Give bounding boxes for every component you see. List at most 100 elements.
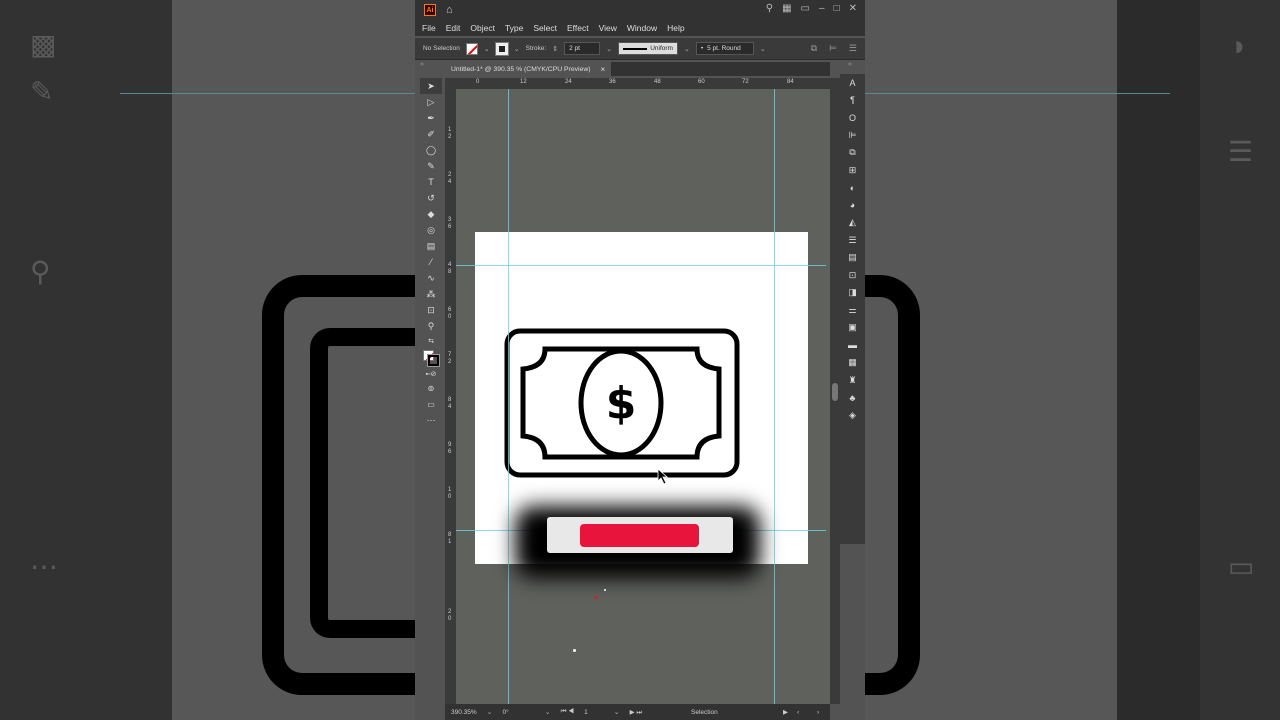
rotate-tool-icon[interactable]: ↺ [420,190,442,206]
comments-panel-icon[interactable]: ▬ [840,337,865,355]
opentype-panel-icon[interactable]: O [840,109,865,127]
menu-object[interactable]: Object [470,23,495,33]
appearance-panel-icon[interactable]: ⊡ [840,267,865,285]
maximize-icon[interactable]: □ [834,3,840,14]
artboard-number[interactable]: 1 [584,709,588,716]
collapse-dock-icon[interactable]: « [848,61,852,68]
properties-panel-icon[interactable]: ⚌ [840,302,865,320]
swap-colors-icon[interactable]: ⇆ [420,334,442,348]
layers-panel-icon[interactable]: ◈ [840,407,865,425]
type-tool-icon[interactable]: T [420,174,442,190]
paintbrush-tool-icon[interactable]: ✎ [420,158,442,174]
brush-definition[interactable]: • 5 pt. Round [695,42,754,55]
character-panel-icon[interactable]: A [840,74,865,92]
chevron-down-icon[interactable]: ⌄ [684,45,690,53]
search-icon[interactable]: ⚲ [766,3,773,14]
document-tab-title: Untitled-1* @ 390.35 % (CMYK/CPU Preview… [451,65,591,73]
minimize-icon[interactable]: – [819,3,825,14]
fill-swatch[interactable] [465,42,478,55]
artboard-tool-icon[interactable]: ⊡ [420,302,442,318]
transform-panel-icon[interactable]: ⊞ [840,162,865,180]
document-tab[interactable]: Untitled-1* @ 390.35 % (CMYK/CPU Preview… [445,62,612,76]
menu-select[interactable]: Select [533,23,557,33]
canvas[interactable]: $ [456,89,830,704]
vertical-scrollbar[interactable] [830,78,840,704]
stroke-panel-icon[interactable]: ☰ [840,232,865,250]
chevron-down-icon[interactable]: ⌄ [545,708,551,716]
scrollbar-thumb[interactable] [832,383,838,401]
panel-menu-icon[interactable]: ☰ [849,43,857,54]
chevron-down-icon[interactable]: ⌄ [484,45,490,53]
ellipse-tool-icon[interactable]: ◯ [420,142,442,158]
chevron-down-icon[interactable]: ⌄ [760,45,766,53]
gradient-panel-icon[interactable]: ▤ [840,249,865,267]
stepper-icon[interactable]: ⇕ [552,45,558,53]
artboard-prev-icon[interactable]: ⏮ ◀ [561,708,574,716]
stroke-label[interactable]: Stroke: [526,45,547,52]
chevron-down-icon[interactable]: ⌄ [487,708,493,716]
draw-mode-icon[interactable]: ⊚ [420,380,442,396]
guide-horizontal-top[interactable] [456,265,826,266]
mouse-cursor-icon [657,468,669,485]
status-menu-icon[interactable]: ▶ [783,708,788,716]
menu-help[interactable]: Help [667,23,684,33]
scroll-right-icon[interactable]: › [817,709,819,716]
libraries-panel-icon[interactable]: ▣ [840,319,865,337]
menu-type[interactable]: Type [505,23,523,33]
menu-effect[interactable]: Effect [567,23,589,33]
close-icon[interactable]: ✕ [849,3,857,14]
fill-stroke-swatch[interactable] [420,348,442,368]
close-tab-icon[interactable]: × [601,65,606,74]
chevron-down-icon[interactable]: ⌄ [606,45,612,53]
ruler-tick: 84 [787,79,794,85]
menu-window[interactable]: Window [627,23,657,33]
direct-selection-tool-icon[interactable]: ▷ [420,94,442,110]
zoom-level[interactable]: 390.35% [451,709,477,716]
pathfinder-panel-icon[interactable]: ⧉ [840,144,865,162]
blend-tool-icon[interactable]: ∿ [420,270,442,286]
eraser-tool-icon[interactable]: ◆ [420,206,442,222]
zoom-tool-icon[interactable]: ⚲ [420,318,442,334]
home-icon[interactable]: ⌂ [446,4,453,16]
color-mode-icon[interactable]: ▪▫⊘ [420,368,442,380]
chevron-down-icon[interactable]: ⌄ [514,45,520,53]
symbol-sprayer-tool-icon[interactable]: ⁂ [420,286,442,302]
shape-builder-tool-icon[interactable]: ◎ [420,222,442,238]
ruler-tick: 7 [448,352,452,358]
align-icon[interactable]: ⧉ [811,43,817,54]
collapse-toolbar-icon[interactable]: » [420,61,424,68]
curvature-tool-icon[interactable]: ✐ [420,126,442,142]
gradient-tool-icon[interactable]: ▤ [420,238,442,254]
guide-vertical-left[interactable] [508,89,509,704]
transform-icon[interactable]: ⊨ [829,43,837,54]
workspace-icon[interactable]: ▭ [801,3,810,14]
color-guide-panel-icon[interactable]: ◕ [840,197,865,215]
pen-tool-icon[interactable]: ✒ [420,110,442,126]
variable-width-profile[interactable]: Uniform [617,42,678,55]
stroke-weight-field[interactable]: 2 pt [564,42,601,55]
paragraph-panel-icon[interactable]: ¶ [840,92,865,110]
swatches-panel-icon[interactable]: ◭ [840,214,865,232]
more-tools-icon[interactable]: ⋯ [420,412,442,428]
menu-view[interactable]: View [599,23,617,33]
guide-vertical-right[interactable] [774,89,775,704]
stroke-black-swatch[interactable] [427,354,440,367]
asset-export-panel-icon[interactable]: ♜ [840,372,865,390]
stroke-swatch[interactable] [494,41,509,56]
arrange-documents-icon[interactable]: ▦ [782,3,791,14]
align-panel-icon[interactable]: ⊫ [840,127,865,145]
artboard-next-icon[interactable]: ▶ ⏭ [630,708,643,717]
graphic-styles-panel-icon[interactable]: ◨ [840,284,865,302]
artboards-panel-icon[interactable]: ▦ [840,354,865,372]
screen-mode-icon[interactable]: ▭ [420,396,442,412]
menu-edit[interactable]: Edit [446,23,461,33]
rotate-view[interactable]: 0° [503,709,509,716]
chevron-down-icon[interactable]: ⌄ [614,708,620,716]
menu-file[interactable]: File [422,23,436,33]
scroll-left-icon[interactable]: ‹ [797,709,799,716]
app-logo: Ai [424,4,436,16]
eyedropper-tool-icon[interactable]: ⁄ [420,254,442,270]
symbols-panel-icon[interactable]: ♣ [840,389,865,407]
selection-tool-icon[interactable]: ➤ [420,78,442,94]
color-panel-icon[interactable]: ◐ [840,179,865,197]
